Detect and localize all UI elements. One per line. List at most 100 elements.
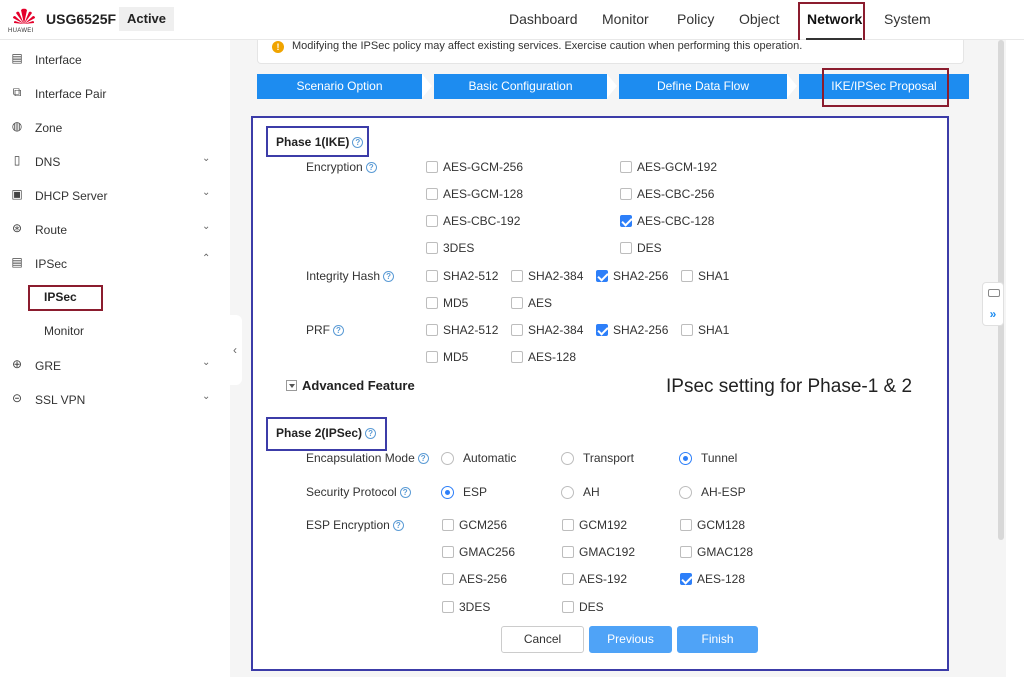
checkbox-box[interactable]	[562, 546, 574, 558]
gre-icon: ⊕	[11, 357, 23, 371]
sidebar-item-route[interactable]: ⊛ Route ⌄	[0, 212, 230, 246]
checkbox-box[interactable]	[620, 188, 632, 200]
checkbox-label: DES	[637, 241, 662, 255]
radio-label: AH	[583, 485, 600, 499]
checkbox-box[interactable]	[620, 215, 632, 227]
help-icon[interactable]: ?	[399, 487, 411, 499]
finish-button[interactable]: Finish	[677, 626, 758, 653]
highlight-ipsec-box	[28, 285, 103, 311]
help-icon[interactable]: ?	[392, 520, 404, 532]
help-icon[interactable]: ?	[383, 271, 395, 283]
nav-policy[interactable]: Policy	[677, 11, 714, 27]
double-chevron-right-icon[interactable]: »	[983, 307, 1003, 321]
checkbox-box[interactable]	[511, 297, 523, 309]
checkbox-box[interactable]	[442, 519, 454, 531]
checkbox-label: MD5	[443, 350, 469, 364]
checkbox-label: 3DES	[459, 600, 491, 614]
checkbox-box[interactable]	[426, 324, 438, 336]
step-basic-configuration[interactable]: Basic Configuration	[434, 74, 607, 99]
sidebar-item-ssl-vpn[interactable]: ⊝ SSL VPN ⌄	[0, 382, 230, 416]
cancel-button[interactable]: Cancel	[501, 626, 584, 653]
top-bar: HUAWEI USG6525F Active Dashboard Monitor…	[0, 0, 1024, 40]
checkbox-box[interactable]	[442, 546, 454, 558]
nav-monitor[interactable]: Monitor	[602, 11, 649, 27]
sidebar-item-gre[interactable]: ⊕ GRE ⌄	[0, 348, 230, 382]
step-define-data-flow[interactable]: Define Data Flow	[619, 74, 787, 99]
sidebar-item-interface-pair[interactable]: ⧉ Interface Pair	[0, 76, 230, 110]
radio-circle[interactable]	[679, 486, 692, 499]
checkbox-label: SHA2-256	[613, 323, 669, 337]
checkbox-label: GCM192	[579, 518, 628, 532]
checkbox-box[interactable]	[562, 601, 574, 613]
checkbox-box[interactable]	[511, 324, 523, 336]
sidebar-item-ipsec[interactable]: ▤ IPSec ⌃	[0, 246, 230, 280]
radio-circle[interactable]	[561, 452, 574, 465]
radio-circle[interactable]	[441, 452, 454, 465]
checkbox-box[interactable]	[596, 324, 608, 336]
advanced-feature-toggle[interactable]: Advanced Feature	[302, 378, 415, 393]
checkbox-box[interactable]	[596, 270, 608, 282]
integrity-label-text: Integrity Hash	[306, 269, 381, 283]
sidebar-item-dhcp-server[interactable]: ▣ DHCP Server ⌄	[0, 178, 230, 212]
checkbox-box[interactable]	[442, 601, 454, 613]
chevron-up-icon: ⌃	[202, 253, 211, 264]
nav-dashboard[interactable]: Dashboard	[509, 11, 578, 27]
checkbox-label: GCM128	[697, 518, 746, 532]
sidebar-item-label: Route	[35, 223, 68, 237]
checkbox-box[interactable]	[620, 161, 632, 173]
expand-toggle-icon[interactable]	[286, 380, 297, 391]
checkbox-box[interactable]	[562, 573, 574, 585]
route-icon: ⊛	[11, 221, 23, 235]
help-icon[interactable]: ?	[365, 162, 377, 174]
nav-system[interactable]: System	[884, 11, 931, 27]
sidebar-item-label: Zone	[35, 121, 63, 135]
checkbox-box[interactable]	[620, 242, 632, 254]
help-icon[interactable]: ?	[417, 453, 429, 465]
encapsulation-mode-label: Encapsulation Mode?	[306, 451, 429, 465]
checkbox-box[interactable]	[681, 324, 693, 336]
checkbox-box[interactable]	[426, 270, 438, 282]
step-scenario-option[interactable]: Scenario Option	[257, 74, 422, 99]
sidebar-item-zone[interactable]: ◍ Zone	[0, 110, 230, 144]
checkbox-box[interactable]	[426, 188, 438, 200]
warning-banner: ! Modifying the IPSec policy may affect …	[257, 40, 964, 64]
security-protocol-label: Security Protocol?	[306, 485, 411, 499]
checkbox-box[interactable]	[511, 270, 523, 282]
checkbox-box[interactable]	[681, 270, 693, 282]
checkbox-label: AES-128	[697, 572, 746, 586]
checkbox-box[interactable]	[426, 242, 438, 254]
checkbox-box[interactable]	[680, 519, 692, 531]
sidebar-subitem-monitor[interactable]: Monitor	[44, 324, 84, 338]
radio-label: Transport	[583, 451, 634, 465]
checkbox-box[interactable]	[511, 351, 523, 363]
prf-label: PRF?	[306, 323, 344, 337]
checkbox-label: GMAC256	[459, 545, 516, 559]
checkbox-box[interactable]	[426, 351, 438, 363]
warning-icon: !	[272, 41, 284, 53]
help-icon[interactable]: ?	[333, 325, 344, 337]
checkbox-label: AES-128	[528, 350, 577, 364]
checkbox-box[interactable]	[426, 161, 438, 173]
sidebar-item-dns[interactable]: ▯ DNS ⌄	[0, 144, 230, 178]
interface-pair-icon: ⧉	[12, 85, 22, 99]
previous-button[interactable]: Previous	[589, 626, 672, 653]
step-separator	[607, 74, 617, 98]
checkbox-box[interactable]	[442, 573, 454, 585]
checkbox-box[interactable]	[680, 573, 692, 585]
nav-object[interactable]: Object	[739, 11, 779, 27]
side-toolbar[interactable]: »	[982, 282, 1004, 326]
checkbox-box[interactable]	[680, 546, 692, 558]
checkbox-box[interactable]	[426, 297, 438, 309]
checkbox-box[interactable]	[426, 215, 438, 227]
radio-label: Tunnel	[701, 451, 738, 465]
sidebar-item-interface[interactable]: ▤ Interface	[0, 42, 230, 76]
radio-circle[interactable]	[561, 486, 574, 499]
checkbox-label: AES-GCM-256	[443, 160, 524, 174]
checkbox-label: SHA2-384	[528, 269, 584, 283]
esp-encryption-label: ESP Encryption?	[306, 518, 404, 532]
checkbox-box[interactable]	[562, 519, 574, 531]
sidebar-item-label: GRE	[35, 359, 62, 373]
radio-circle[interactable]	[679, 452, 692, 465]
collapse-sidebar-icon[interactable]: ‹	[228, 315, 242, 385]
radio-circle[interactable]	[441, 486, 454, 499]
